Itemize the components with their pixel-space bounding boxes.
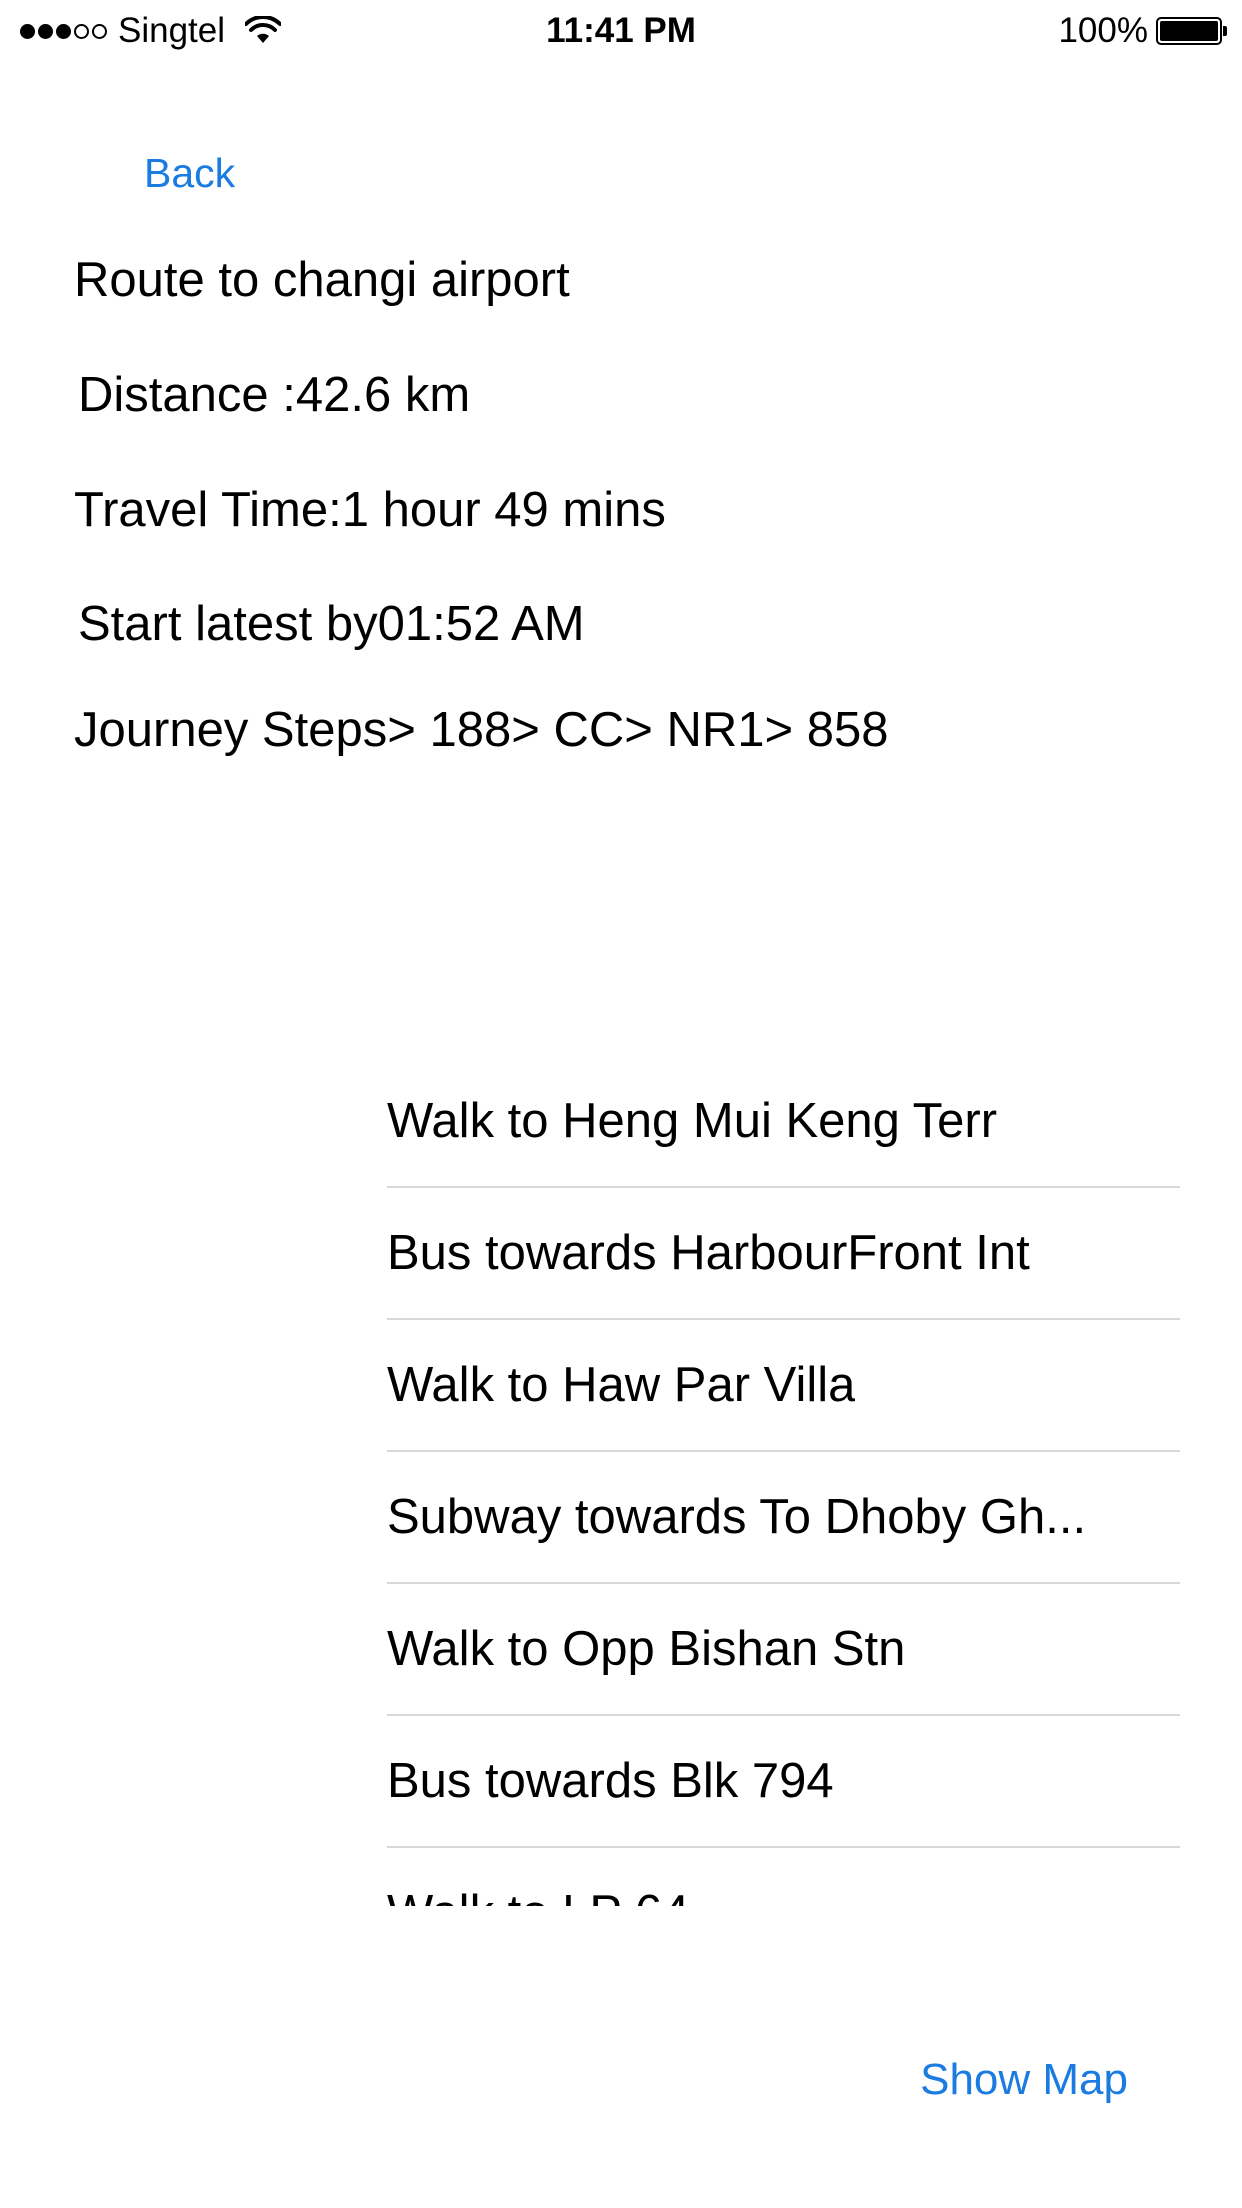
status-right: 100%: [1058, 8, 1227, 54]
route-title: Route to changi airport: [74, 253, 570, 307]
list-item[interactable]: Walk to Heng Mui Keng Terr: [387, 1056, 1180, 1188]
list-item[interactable]: Subway towards To Dhoby Gh...: [387, 1452, 1180, 1584]
list-item[interactable]: Walk to Opp Bishan Stn: [387, 1584, 1180, 1716]
list-item-label: Walk to Opp Bishan Stn: [387, 1622, 906, 1676]
battery-percentage: 100%: [1058, 11, 1148, 50]
status-time: 11:41 PM: [546, 11, 696, 50]
list-item[interactable]: Walk to LP 64: [387, 1848, 1180, 1906]
list-item-label: Walk to LP 64: [387, 1885, 689, 1906]
back-button[interactable]: Back: [144, 150, 235, 197]
list-item[interactable]: Bus towards HarbourFront Int: [387, 1188, 1180, 1320]
show-map-button[interactable]: Show Map: [920, 2055, 1128, 2105]
distance-label: Distance :42.6 km: [78, 368, 471, 422]
battery-icon: [1156, 17, 1227, 45]
list-item-label: Bus towards Blk 794: [387, 1754, 834, 1808]
list-item-label: Walk to Heng Mui Keng Terr: [387, 1094, 998, 1148]
list-item-label: Subway towards To Dhoby Gh...: [387, 1490, 1087, 1544]
status-bar: Singtel 11:41 PM 100%: [0, 0, 1242, 62]
journey-steps-list[interactable]: Walk to Heng Mui Keng Terr Bus towards H…: [387, 1056, 1180, 1906]
list-item-label: Bus towards HarbourFront Int: [387, 1226, 1030, 1280]
list-item[interactable]: Bus towards Blk 794: [387, 1716, 1180, 1848]
start-latest-label: Start latest by01:52 AM: [78, 597, 585, 651]
list-item[interactable]: Walk to Haw Par Villa: [387, 1320, 1180, 1452]
travel-time-label: Travel Time:1 hour 49 mins: [74, 483, 666, 537]
list-item-label: Walk to Haw Par Villa: [387, 1358, 856, 1412]
journey-steps-label: Journey Steps> 188> CC> NR1> 858: [74, 703, 889, 757]
